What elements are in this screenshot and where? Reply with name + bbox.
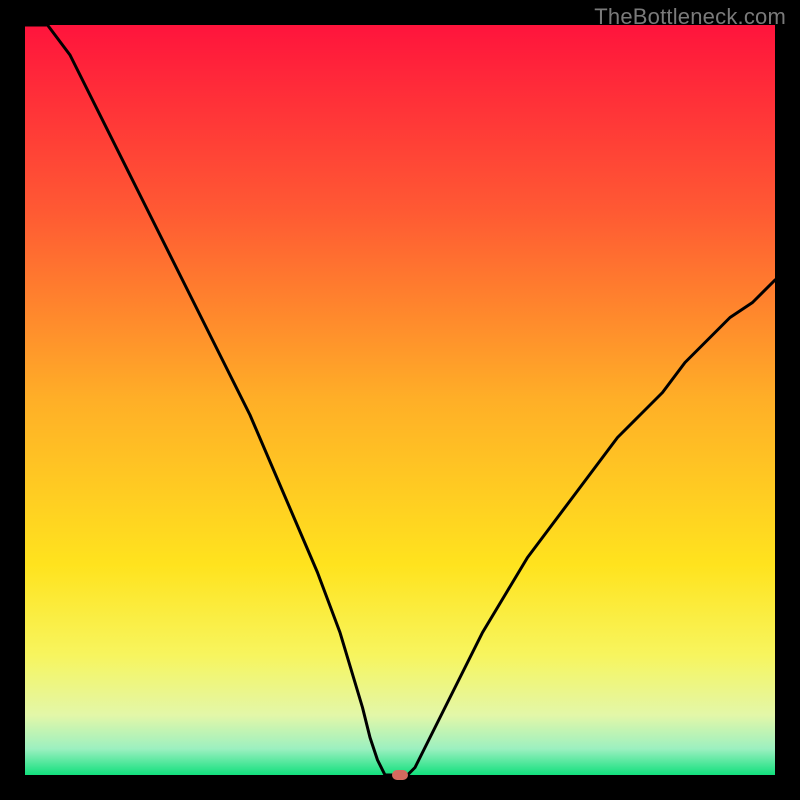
chart-plot-area xyxy=(25,25,775,775)
optimal-point-marker xyxy=(392,770,408,780)
watermark-text: TheBottleneck.com xyxy=(594,4,786,30)
chart-frame xyxy=(0,0,800,800)
chart-svg xyxy=(25,25,775,775)
chart-background xyxy=(25,25,775,775)
